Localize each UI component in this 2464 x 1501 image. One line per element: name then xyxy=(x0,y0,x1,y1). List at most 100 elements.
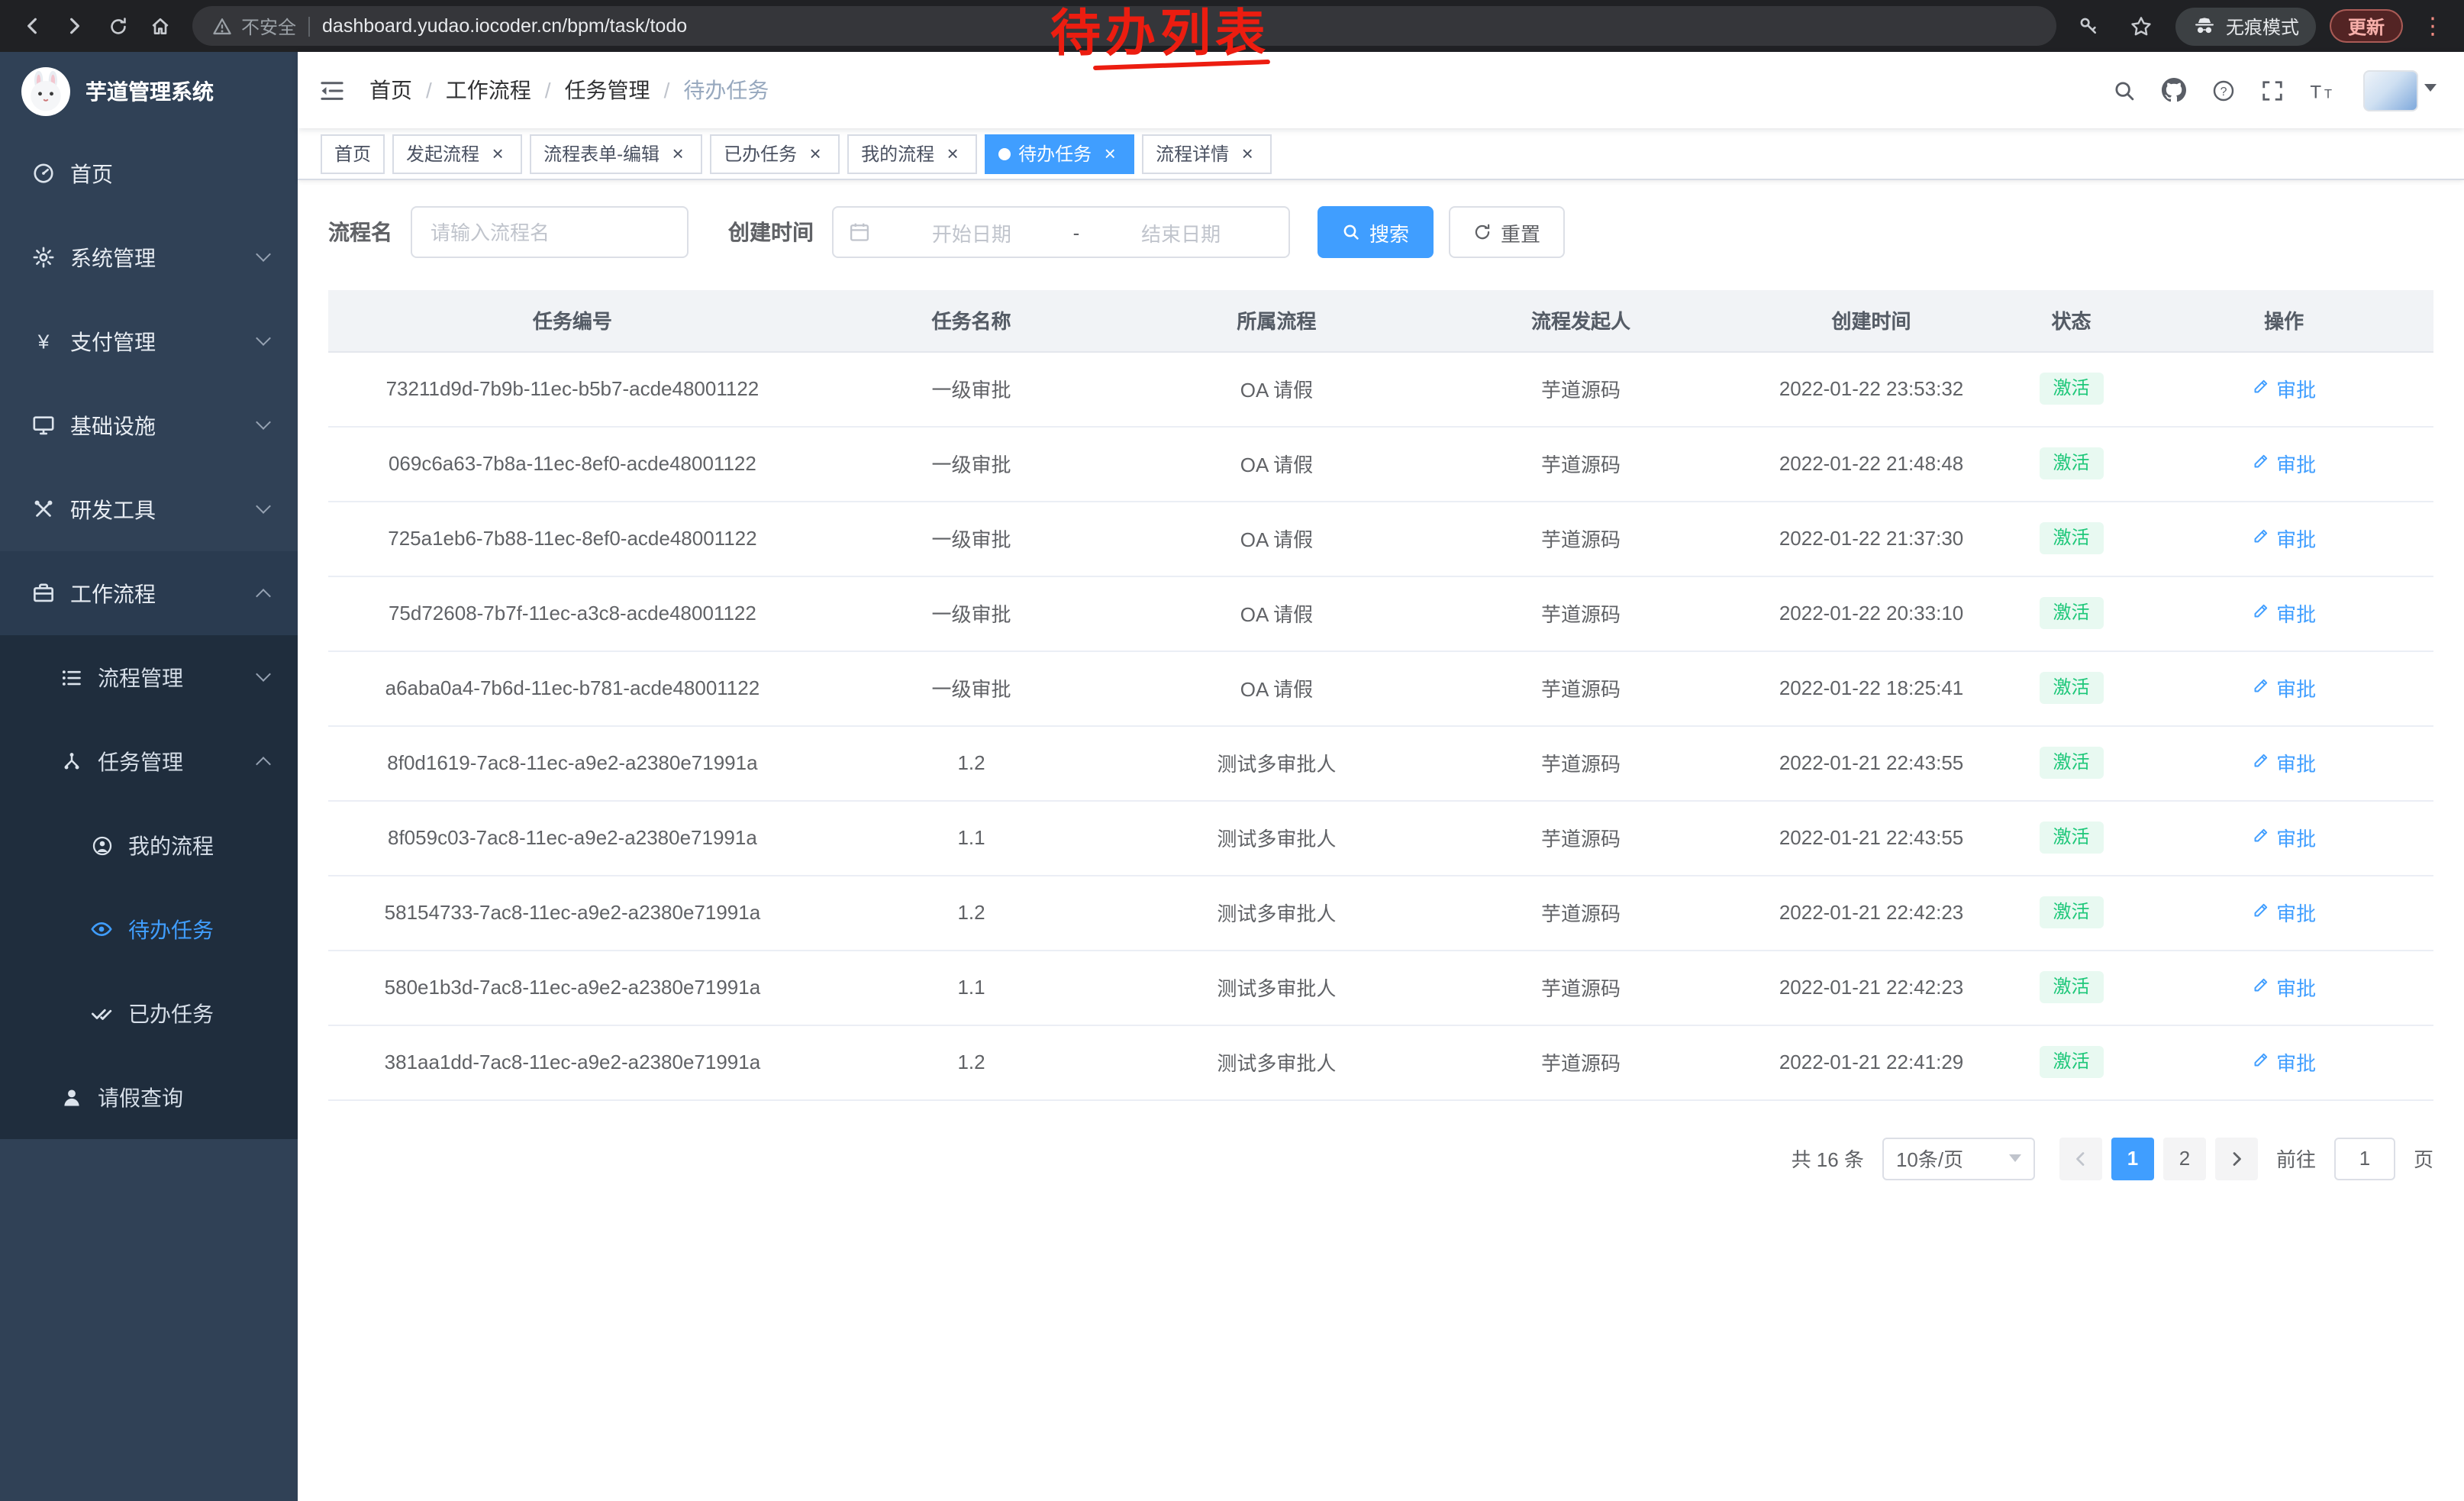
sidebar-item-label: 我的流程 xyxy=(128,830,214,860)
task-id-cell: 580e1b3d-7ac8-11ec-a9e2-a2380e71991a xyxy=(328,950,817,1025)
approve-button[interactable]: 审批 xyxy=(2252,748,2316,777)
start-date-placeholder: 开始日期 xyxy=(879,218,1064,247)
sidebar-item-todo-tasks[interactable]: 待办任务 xyxy=(0,887,298,971)
tab-label: 发起流程 xyxy=(406,140,479,166)
process-name-input[interactable] xyxy=(411,206,689,258)
active-tab-dot-icon xyxy=(998,147,1011,160)
process-cell: 测试多审批人 xyxy=(1126,725,1427,800)
approve-button[interactable]: 审批 xyxy=(2252,823,2316,852)
page-button-2[interactable]: 2 xyxy=(2163,1137,2206,1180)
chevron-down-icon xyxy=(256,415,271,430)
approve-label: 审批 xyxy=(2276,973,2316,1002)
sidebar-item-workflow[interactable]: 工作流程 xyxy=(0,551,298,635)
infrastructure-icon xyxy=(31,414,56,437)
chevron-up-icon xyxy=(256,589,271,604)
sidebar-item-process-management[interactable]: 流程管理 xyxy=(0,635,298,719)
sidebar-item-task-management[interactable]: 任务管理 xyxy=(0,719,298,803)
page-size-select[interactable]: 10条/页 xyxy=(1882,1137,2035,1180)
table-row: 069c6a63-7b8a-11ec-8ef0-acde48001122一级审批… xyxy=(328,426,2433,501)
breadcrumb-item[interactable]: 任务管理 xyxy=(565,75,650,105)
approve-button[interactable]: 审批 xyxy=(2252,898,2316,927)
status-cell: 激活 xyxy=(2008,501,2134,576)
breadcrumb-separator: / xyxy=(664,78,670,102)
tab-3[interactable]: 已办任务× xyxy=(710,134,840,173)
close-icon[interactable]: × xyxy=(1099,143,1121,164)
breadcrumb-item[interactable]: 工作流程 xyxy=(446,75,531,105)
goto-page-input[interactable] xyxy=(2334,1137,2395,1180)
user-avatar[interactable] xyxy=(2363,69,2437,111)
app-logo[interactable]: 芋道管理系统 xyxy=(0,52,298,131)
todo-tasks-icon xyxy=(89,918,114,941)
sidebar-item-home[interactable]: 首页 xyxy=(0,131,298,215)
process-cell: OA 请假 xyxy=(1126,351,1427,426)
reset-button[interactable]: 重置 xyxy=(1449,206,1565,258)
close-icon[interactable]: × xyxy=(805,143,826,164)
sidebar-item-system[interactable]: 系统管理 xyxy=(0,215,298,299)
table-header-row: 任务编号任务名称所属流程流程发起人创建时间状态操作 xyxy=(328,290,2433,351)
close-icon[interactable]: × xyxy=(487,143,508,164)
tab-4[interactable]: 我的流程 × xyxy=(847,134,977,173)
browser-menu-icon[interactable]: ⋮ xyxy=(2417,12,2449,40)
tab-5[interactable]: 待办任务× xyxy=(985,134,1134,173)
my-process-icon xyxy=(89,834,114,856)
sidebar-item-devtools[interactable]: 研发工具 xyxy=(0,467,298,551)
tab-label: 我的流程 xyxy=(861,140,934,166)
close-icon[interactable]: × xyxy=(667,143,689,164)
status-badge: 激活 xyxy=(2040,373,2104,405)
sidebar-collapse-icon[interactable] xyxy=(319,79,345,102)
close-icon[interactable]: × xyxy=(1237,143,1258,164)
search-icon[interactable] xyxy=(2113,79,2136,102)
app: 芋道管理系统 首页系统管理¥支付管理基础设施研发工具工作流程流程管理任务管理我的… xyxy=(0,52,2464,1501)
chrome-update-button[interactable]: 更新 xyxy=(2330,9,2403,43)
approve-button[interactable]: 审批 xyxy=(2252,524,2316,553)
leave-query-icon xyxy=(58,1086,84,1108)
tab-6[interactable]: 流程详情× xyxy=(1142,134,1272,173)
next-page-button[interactable] xyxy=(2215,1137,2258,1180)
tab-0[interactable]: 首页 xyxy=(321,134,385,173)
initiator-cell: 芋道源码 xyxy=(1427,576,1735,650)
chevron-up-icon xyxy=(256,757,271,772)
warning-icon xyxy=(212,16,232,36)
initiator-cell: 芋道源码 xyxy=(1427,950,1735,1025)
browser-home-icon[interactable] xyxy=(140,6,180,46)
github-icon[interactable] xyxy=(2162,78,2186,102)
sidebar-item-infrastructure[interactable]: 基础设施 xyxy=(0,383,298,467)
address-bar[interactable]: 不安全 dashboard.yudao.iocoder.cn/bpm/task/… xyxy=(192,6,2056,46)
prev-page-button[interactable] xyxy=(2059,1137,2102,1180)
rabbit-logo-icon xyxy=(21,67,70,116)
approve-button[interactable]: 审批 xyxy=(2252,599,2316,628)
sidebar-item-my-process[interactable]: 我的流程 xyxy=(0,803,298,887)
password-key-icon[interactable] xyxy=(2069,6,2108,46)
sidebar-item-leave-query[interactable]: 请假查询 xyxy=(0,1055,298,1139)
browser-forward-icon[interactable] xyxy=(55,6,95,46)
status-badge: 激活 xyxy=(2040,447,2104,479)
approve-button[interactable]: 审批 xyxy=(2252,1047,2316,1077)
tab-2[interactable]: 流程表单-编辑× xyxy=(530,134,702,173)
approve-button[interactable]: 审批 xyxy=(2252,374,2316,403)
date-range-picker[interactable]: 开始日期 - 结束日期 xyxy=(832,206,1290,258)
breadcrumb-item[interactable]: 首页 xyxy=(369,75,412,105)
fullscreen-icon[interactable] xyxy=(2261,79,2284,102)
tab-1[interactable]: 发起流程 × xyxy=(392,134,522,173)
font-size-icon[interactable]: TT xyxy=(2310,80,2337,100)
search-button[interactable]: 搜索 xyxy=(1317,206,1434,258)
dashboard-icon xyxy=(31,162,56,185)
sidebar-item-done-tasks[interactable]: 已办任务 xyxy=(0,971,298,1055)
approve-button[interactable]: 审批 xyxy=(2252,449,2316,478)
action-cell: 审批 xyxy=(2134,725,2433,800)
close-icon[interactable]: × xyxy=(942,143,963,164)
task-id-cell: 58154733-7ac8-11ec-a9e2-a2380e71991a xyxy=(328,875,817,950)
browser-back-icon[interactable] xyxy=(12,6,52,46)
bookmark-star-icon[interactable] xyxy=(2122,6,2162,46)
action-cell: 审批 xyxy=(2134,426,2433,501)
sidebar-item-payment[interactable]: ¥支付管理 xyxy=(0,299,298,383)
approve-button[interactable]: 审批 xyxy=(2252,973,2316,1002)
page-button-1[interactable]: 1 xyxy=(2111,1137,2154,1180)
approve-button[interactable]: 审批 xyxy=(2252,673,2316,702)
browser-reload-icon[interactable] xyxy=(98,6,137,46)
chevron-down-icon xyxy=(2009,1154,2021,1162)
column-header: 操作 xyxy=(2134,290,2433,351)
status-cell: 激活 xyxy=(2008,650,2134,725)
help-icon[interactable]: ? xyxy=(2212,79,2235,102)
task-name-cell: 一级审批 xyxy=(817,501,1126,576)
